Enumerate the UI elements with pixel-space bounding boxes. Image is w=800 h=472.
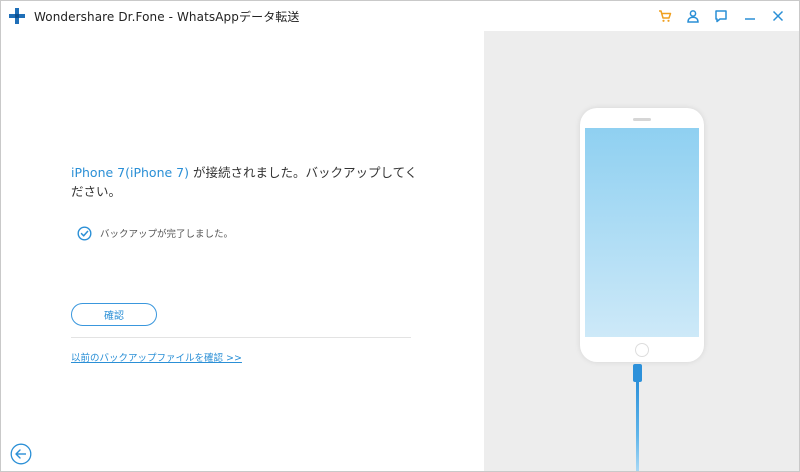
- main-panel: iPhone 7(iPhone 7) が接続されました。バックアップしてください…: [1, 31, 484, 471]
- phone-speaker: [633, 118, 651, 121]
- phone-screen: [585, 128, 699, 337]
- usb-cable-plug: [633, 364, 642, 382]
- backup-complete-text: バックアップが完了しました。: [100, 229, 234, 240]
- minimize-button[interactable]: [740, 6, 760, 26]
- phone-home-button: [635, 343, 649, 357]
- minimize-icon: [745, 18, 755, 20]
- device-name: iPhone 7(iPhone 7): [71, 165, 189, 180]
- close-button[interactable]: [768, 6, 788, 26]
- title-bar: Wondershare Dr.Fone - WhatsAppデータ転送: [1, 1, 799, 31]
- usb-cable: [636, 381, 639, 471]
- divider: [71, 337, 411, 338]
- feedback-icon: [715, 10, 727, 23]
- close-icon: [772, 10, 784, 22]
- connection-status-message: iPhone 7(iPhone 7) が接続されました。バックアップしてください…: [71, 163, 421, 201]
- previous-backup-link[interactable]: 以前のバックアップファイルを確認 >>: [71, 350, 242, 364]
- user-icon: [687, 10, 699, 23]
- window-title: Wondershare Dr.Fone - WhatsAppデータ転送: [34, 10, 300, 24]
- app-window: Wondershare Dr.Fone - WhatsAppデータ転送 iPho…: [0, 0, 800, 472]
- arrow-left-circle-icon[interactable]: [10, 443, 32, 465]
- device-illustration-panel: [484, 31, 799, 471]
- cart-button[interactable]: [655, 6, 675, 26]
- confirm-button[interactable]: 確認: [71, 303, 157, 326]
- check-circle-icon: [77, 225, 92, 241]
- plus-cross-logo: [9, 8, 25, 24]
- backup-complete-row: バックアップが完了しました。: [77, 224, 233, 242]
- iphone-illustration: [580, 108, 704, 362]
- feedback-button[interactable]: [711, 6, 731, 26]
- account-button[interactable]: [683, 6, 703, 26]
- cart-icon: [659, 10, 672, 22]
